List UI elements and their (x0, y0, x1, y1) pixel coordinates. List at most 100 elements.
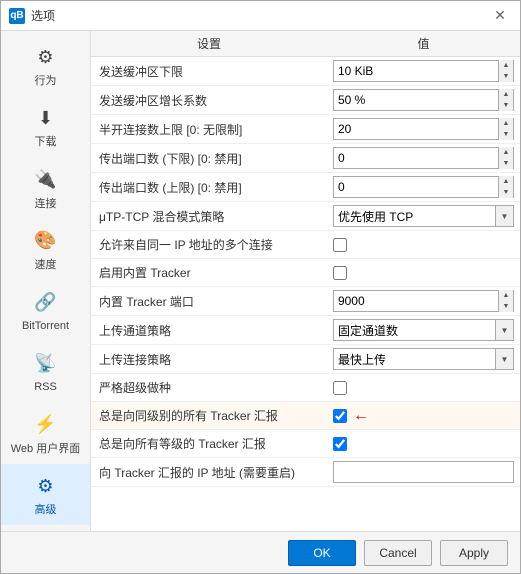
setting-value-0[interactable]: ▲▼ (327, 57, 520, 86)
table-row: 严格超级做种 (91, 374, 520, 402)
setting-name-5: μTP-TCP 混合模式策略 (91, 202, 327, 231)
spinbox-1[interactable]: ▲▼ (333, 89, 514, 111)
table-row: 半开连接数上限 [0: 无限制] ▲▼ (91, 115, 520, 144)
spinbox-input-1[interactable] (334, 93, 498, 107)
text-input-14[interactable] (333, 461, 514, 483)
sidebar-label-behavior: 行为 (35, 74, 57, 88)
settings-table: 设置 值 发送缓冲区下限▲▼发送缓冲区增长系数▲▼半开连接数上限 [0: 无限制… (91, 31, 520, 487)
setting-value-10[interactable]: 最快上传▼ (327, 345, 520, 374)
setting-value-8[interactable]: ▲▼ (327, 287, 520, 316)
setting-value-5[interactable]: 优先使用 TCP▼ (327, 202, 520, 231)
spinbox-down-0[interactable]: ▼ (499, 71, 513, 82)
checkbox-12[interactable] (333, 409, 347, 423)
setting-name-9: 上传通道策略 (91, 316, 327, 345)
spinbox-up-1[interactable]: ▲ (499, 89, 513, 100)
checkbox-13[interactable] (333, 437, 347, 451)
settings-table-container[interactable]: 设置 值 发送缓冲区下限▲▼发送缓冲区增长系数▲▼半开连接数上限 [0: 无限制… (91, 31, 520, 531)
setting-value-7[interactable] (327, 259, 520, 287)
spinbox-up-8[interactable]: ▲ (499, 290, 513, 301)
spinbox-down-8[interactable]: ▼ (499, 301, 513, 312)
spinbox-down-1[interactable]: ▼ (499, 100, 513, 111)
setting-value-6[interactable] (327, 231, 520, 259)
table-row: 向 Tracker 汇报的 IP 地址 (需要重启) (91, 458, 520, 487)
spinbox-down-4[interactable]: ▼ (499, 187, 513, 198)
spinbox-4[interactable]: ▲▼ (333, 176, 514, 198)
spinbox-up-4[interactable]: ▲ (499, 176, 513, 187)
spinbox-up-2[interactable]: ▲ (499, 118, 513, 129)
checkbox-6[interactable] (333, 238, 347, 252)
setting-value-13[interactable] (327, 430, 520, 458)
options-window: qB 选项 ✕ ⚙行为⬇下载🔌连接🎨速度🔗BitTorrent📡RSS⚡Web … (0, 0, 521, 574)
sidebar-label-rss: RSS (34, 380, 57, 394)
table-row: 启用内置 Tracker (91, 259, 520, 287)
dropdown-9[interactable]: 固定通道数▼ (333, 319, 514, 341)
col-value-header: 值 (327, 31, 520, 57)
sidebar-item-rss[interactable]: 📡 RSS (1, 341, 90, 402)
bottom-bar: OK Cancel Apply (1, 531, 520, 573)
dropdown-arrow-icon-5: ▼ (495, 206, 513, 226)
spinbox-input-4[interactable] (334, 180, 498, 194)
spinbox-down-2[interactable]: ▼ (499, 129, 513, 140)
spinbox-up-0[interactable]: ▲ (499, 60, 513, 71)
setting-value-3[interactable]: ▲▼ (327, 144, 520, 173)
bittorrent-icon: 🔗 (32, 288, 60, 316)
close-button[interactable]: ✕ (488, 4, 512, 28)
setting-value-12[interactable]: ← (327, 402, 520, 430)
sidebar: ⚙行为⬇下载🔌连接🎨速度🔗BitTorrent📡RSS⚡Web 用户界面⚙高级 (1, 31, 91, 531)
window-title: 选项 (31, 7, 55, 24)
setting-value-9[interactable]: 固定通道数▼ (327, 316, 520, 345)
setting-name-4: 传出端口数 (上限) [0: 禁用] (91, 173, 327, 202)
arrow-indicator-12: ← (353, 407, 369, 425)
setting-name-2: 半开连接数上限 [0: 无限制] (91, 115, 327, 144)
setting-value-14[interactable] (327, 458, 520, 487)
spinbox-input-2[interactable] (334, 122, 498, 136)
app-icon: qB (9, 8, 25, 24)
apply-button[interactable]: Apply (440, 540, 508, 566)
spinbox-3[interactable]: ▲▼ (333, 147, 514, 169)
sidebar-item-advanced[interactable]: ⚙高级 (1, 464, 90, 525)
setting-name-10: 上传连接策略 (91, 345, 327, 374)
setting-name-1: 发送缓冲区增长系数 (91, 86, 327, 115)
sidebar-label-bittorrent: BitTorrent (22, 319, 69, 333)
dropdown-5[interactable]: 优先使用 TCP▼ (333, 205, 514, 227)
dropdown-10[interactable]: 最快上传▼ (333, 348, 514, 370)
spinbox-input-0[interactable] (334, 64, 498, 78)
webui-icon: ⚡ (32, 411, 60, 439)
setting-name-12: 总是向同级别的所有 Tracker 汇报 (91, 402, 327, 430)
sidebar-item-bittorrent[interactable]: 🔗 BitTorrent (1, 280, 90, 341)
spinbox-input-8[interactable] (334, 294, 498, 308)
setting-name-8: 内置 Tracker 端口 (91, 287, 327, 316)
setting-value-1[interactable]: ▲▼ (327, 86, 520, 115)
rss-icon: 📡 (32, 349, 60, 377)
setting-name-14: 向 Tracker 汇报的 IP 地址 (需要重启) (91, 458, 327, 487)
advanced-icon: ⚙ (32, 472, 60, 500)
spinbox-0[interactable]: ▲▼ (333, 60, 514, 82)
sidebar-item-behavior[interactable]: ⚙行为 (1, 35, 90, 96)
table-row: 总是向同级别的所有 Tracker 汇报 ← (91, 402, 520, 430)
sidebar-item-speed[interactable]: 🎨速度 (1, 219, 90, 280)
spinbox-up-3[interactable]: ▲ (499, 147, 513, 158)
spinbox-2[interactable]: ▲▼ (333, 118, 514, 140)
sidebar-item-download[interactable]: ⬇下载 (1, 96, 90, 157)
setting-value-2[interactable]: ▲▼ (327, 115, 520, 144)
table-row: 发送缓冲区下限▲▼ (91, 57, 520, 86)
spinbox-down-3[interactable]: ▼ (499, 158, 513, 169)
sidebar-item-webui[interactable]: ⚡Web 用户界面 (1, 403, 90, 464)
checkbox-11[interactable] (333, 381, 347, 395)
content-area: 设置 值 发送缓冲区下限▲▼发送缓冲区增长系数▲▼半开连接数上限 [0: 无限制… (91, 31, 520, 531)
setting-name-6: 允许来自同一 IP 地址的多个连接 (91, 231, 327, 259)
spinbox-8[interactable]: ▲▼ (333, 290, 514, 312)
table-row: 允许来自同一 IP 地址的多个连接 (91, 231, 520, 259)
dropdown-arrow-icon-9: ▼ (495, 320, 513, 340)
dropdown-arrow-icon-10: ▼ (495, 349, 513, 369)
cancel-button[interactable]: Cancel (364, 540, 432, 566)
checkbox-7[interactable] (333, 266, 347, 280)
speed-icon: 🎨 (32, 227, 60, 255)
dropdown-value-10: 最快上传 (334, 351, 495, 368)
ok-button[interactable]: OK (288, 540, 356, 566)
spinbox-input-3[interactable] (334, 151, 498, 165)
setting-name-13: 总是向所有等级的 Tracker 汇报 (91, 430, 327, 458)
setting-value-11[interactable] (327, 374, 520, 402)
setting-value-4[interactable]: ▲▼ (327, 173, 520, 202)
sidebar-item-connection[interactable]: 🔌连接 (1, 158, 90, 219)
